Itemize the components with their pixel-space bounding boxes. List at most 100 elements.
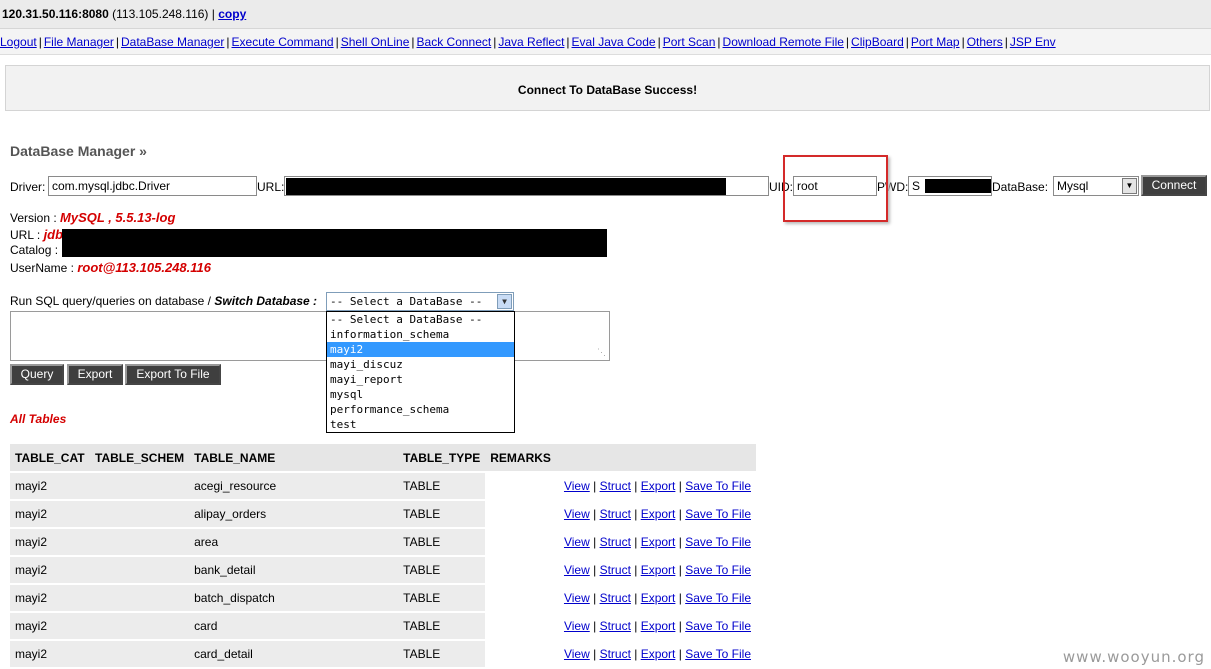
- nav-link-logout[interactable]: Logout: [0, 35, 37, 49]
- action-separator: |: [630, 647, 641, 661]
- save-to-file-link[interactable]: Save To File: [685, 591, 751, 605]
- version-label: Version :: [10, 211, 61, 225]
- query-button[interactable]: Query: [10, 364, 64, 385]
- nav-link-file-manager[interactable]: File Manager: [44, 35, 114, 49]
- struct-link[interactable]: Struct: [600, 619, 631, 633]
- struct-link[interactable]: Struct: [600, 563, 631, 577]
- database-dropdown-list: -- Select a DataBase -- information_schem…: [326, 311, 515, 433]
- database-option[interactable]: -- Select a DataBase --: [327, 312, 514, 327]
- export-link[interactable]: Export: [641, 563, 676, 577]
- action-separator: |: [675, 619, 686, 633]
- action-separator: |: [630, 479, 641, 493]
- export-link[interactable]: Export: [641, 647, 676, 661]
- table-row: mayi2 bank_detail TABLE View | Struct | Exp…: [10, 557, 756, 585]
- view-link[interactable]: View: [564, 507, 590, 521]
- nav-link-database-manager[interactable]: DataBase Manager: [121, 35, 224, 49]
- struct-link[interactable]: Struct: [600, 591, 631, 605]
- row-actions: View | Struct | Export | Save To File: [555, 557, 756, 585]
- view-link[interactable]: View: [564, 591, 590, 605]
- table-cat-cell: mayi2: [10, 529, 90, 557]
- nav-link-others[interactable]: Others: [967, 35, 1003, 49]
- view-link[interactable]: View: [564, 535, 590, 549]
- switch-database-select[interactable]: -- Select a DataBase -- ▼: [326, 292, 514, 311]
- sql-query-input[interactable]: ⋱: [10, 311, 610, 361]
- table-schem-cell: [90, 613, 190, 641]
- table-remarks-cell: [485, 501, 556, 529]
- struct-link[interactable]: Struct: [600, 479, 631, 493]
- column-header: REMARKS: [485, 444, 556, 473]
- highlight-annotation: [783, 155, 888, 222]
- database-option[interactable]: mayi_discuz: [327, 357, 514, 372]
- table-type-cell: TABLE: [398, 501, 486, 529]
- struct-link[interactable]: Struct: [600, 507, 631, 521]
- save-to-file-link[interactable]: Save To File: [685, 535, 751, 549]
- nav-link-shell-online[interactable]: Shell OnLine: [341, 35, 410, 49]
- save-to-file-link[interactable]: Save To File: [685, 619, 751, 633]
- export-link[interactable]: Export: [641, 591, 676, 605]
- catalog-line: Catalog :: [10, 243, 58, 257]
- save-to-file-link[interactable]: Save To File: [685, 563, 751, 577]
- export-link[interactable]: Export: [641, 507, 676, 521]
- copy-link[interactable]: copy: [218, 7, 246, 21]
- status-message: Connect To DataBase Success!: [517, 83, 698, 97]
- action-separator: |: [630, 563, 641, 577]
- nav-link-back-connect[interactable]: Back Connect: [417, 35, 492, 49]
- connect-button[interactable]: Connect: [1141, 175, 1207, 196]
- view-link[interactable]: View: [564, 563, 590, 577]
- nav-link-jsp-env[interactable]: JSP Env: [1010, 35, 1056, 49]
- database-option[interactable]: test: [327, 417, 514, 432]
- nav-link-eval-java-code[interactable]: Eval Java Code: [572, 35, 656, 49]
- table-remarks-cell: [485, 613, 556, 641]
- nav-link-execute-command[interactable]: Execute Command: [232, 35, 334, 49]
- struct-link[interactable]: Struct: [600, 647, 631, 661]
- export-link[interactable]: Export: [641, 479, 676, 493]
- save-to-file-link[interactable]: Save To File: [685, 507, 751, 521]
- nav-link-java-reflect[interactable]: Java Reflect: [498, 35, 564, 49]
- driver-field[interactable]: com.mysql.jdbc.Driver: [48, 176, 257, 196]
- database-option[interactable]: mayi2: [327, 342, 514, 357]
- resize-grip-icon[interactable]: ⋱: [597, 347, 606, 358]
- chevron-down-icon[interactable]: ▼: [497, 294, 512, 309]
- database-option[interactable]: mayi_report: [327, 372, 514, 387]
- url-info-value: jdb: [43, 227, 64, 242]
- table-remarks-cell: [485, 529, 556, 557]
- save-to-file-link[interactable]: Save To File: [685, 479, 751, 493]
- nav-link-clipboard[interactable]: ClipBoard: [851, 35, 904, 49]
- table-row: mayi2 acegi_resource TABLE View | Struct | …: [10, 473, 756, 501]
- nav-link-port-scan[interactable]: Port Scan: [663, 35, 716, 49]
- column-header: TABLE_TYPE: [398, 444, 486, 473]
- export-link[interactable]: Export: [641, 535, 676, 549]
- table-type-cell: TABLE: [398, 641, 486, 669]
- table-name-cell: bank_detail: [189, 557, 399, 585]
- view-link[interactable]: View: [564, 647, 590, 661]
- database-option[interactable]: mysql: [327, 387, 514, 402]
- database-label: DataBase:: [992, 180, 1049, 194]
- switch-db-label: Switch Database :: [214, 294, 318, 308]
- row-actions: View | Struct | Export | Save To File: [555, 585, 756, 613]
- action-separator: |: [675, 563, 686, 577]
- table-name-cell: card_detail: [189, 641, 399, 669]
- database-option[interactable]: performance_schema: [327, 402, 514, 417]
- view-link[interactable]: View: [564, 619, 590, 633]
- export-link[interactable]: Export: [641, 619, 676, 633]
- table-schem-cell: [90, 473, 190, 501]
- view-link[interactable]: View: [564, 479, 590, 493]
- nav-link-download-remote-file[interactable]: Download Remote File: [723, 35, 844, 49]
- table-type-cell: TABLE: [398, 473, 486, 501]
- table-name-cell: batch_dispatch: [189, 585, 399, 613]
- host-bar: 120.31.50.116:8080 (113.105.248.116) | c…: [0, 0, 1211, 29]
- page-title: DataBase Manager »: [10, 143, 147, 159]
- save-to-file-link[interactable]: Save To File: [685, 647, 751, 661]
- chevron-down-icon: ▼: [1122, 178, 1137, 194]
- export-to-file-button[interactable]: Export To File: [125, 364, 221, 385]
- row-actions: View | Struct | Export | Save To File: [555, 529, 756, 557]
- nav-separator: |: [905, 35, 909, 49]
- database-option[interactable]: information_schema: [327, 327, 514, 342]
- export-button[interactable]: Export: [67, 364, 123, 385]
- redaction-bar: [925, 179, 991, 193]
- table-type-cell: TABLE: [398, 557, 486, 585]
- database-type-select[interactable]: Mysql ▼: [1053, 176, 1139, 196]
- struct-link[interactable]: Struct: [600, 535, 631, 549]
- nav-link-port-map[interactable]: Port Map: [911, 35, 960, 49]
- redaction-bar: [286, 178, 726, 195]
